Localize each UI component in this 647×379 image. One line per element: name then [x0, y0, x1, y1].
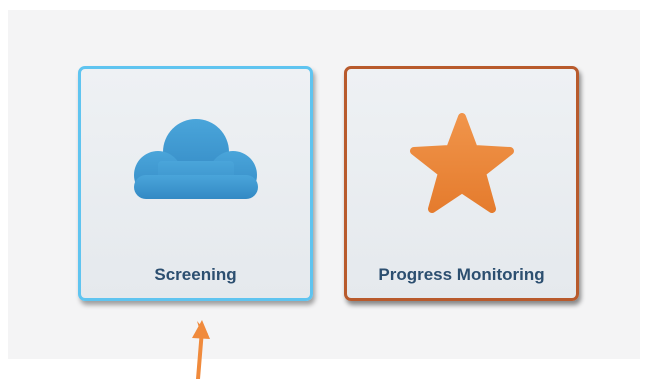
- star-icon: [409, 113, 514, 213]
- page: Screening Progress Monitoring: [0, 0, 647, 379]
- cloud-icon: [133, 119, 258, 199]
- progress-monitoring-label: Progress Monitoring: [378, 265, 545, 284]
- progress-monitoring-tile[interactable]: Progress Monitoring: [344, 66, 579, 301]
- arrow-up-icon: [192, 320, 210, 379]
- screening-label: Screening: [154, 265, 237, 284]
- screening-tile[interactable]: Screening: [78, 66, 313, 301]
